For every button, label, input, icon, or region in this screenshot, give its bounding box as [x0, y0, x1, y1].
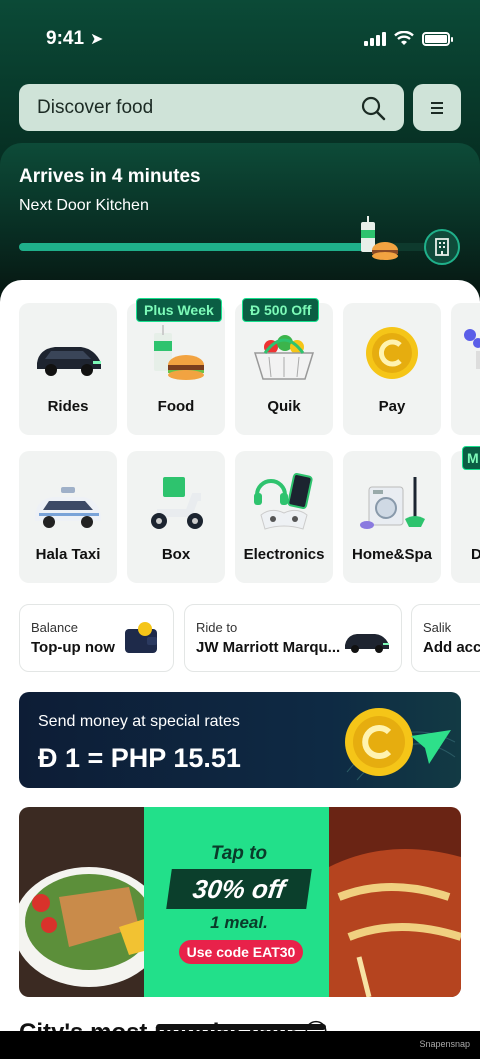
- menu-button[interactable]: [413, 84, 461, 131]
- send-money-title: Send money at special rates: [38, 713, 240, 730]
- service-label: Home&Spa: [351, 546, 433, 563]
- burger-meal-icon: [154, 325, 204, 380]
- watermark: Snapensnap: [419, 1039, 470, 1049]
- quick-action-balance[interactable]: Balance Top-up now: [19, 604, 174, 672]
- status-time: 9:41: [46, 28, 85, 49]
- service-tile-home-spa[interactable]: Home&Spa: [343, 451, 441, 583]
- service-label: Electronics: [243, 546, 325, 563]
- status-bar: 9:41 ➤: [46, 26, 453, 52]
- order-progress-fill: [19, 243, 372, 251]
- car-icon: [37, 347, 101, 376]
- wifi-icon: [394, 31, 414, 45]
- order-eta-title: Arrives in 4 minutes: [19, 166, 201, 187]
- grocery-basket-icon: [253, 335, 315, 380]
- service-tile-hala-taxi[interactable]: Hala Taxi: [19, 451, 117, 583]
- order-restaurant: Next Door Kitchen: [19, 197, 149, 214]
- service-tile-food[interactable]: Food: [127, 303, 225, 435]
- service-tile-quik[interactable]: Quik: [235, 303, 333, 435]
- wallet-icon: [125, 622, 157, 653]
- quick-action-value: Add acc: [423, 639, 480, 656]
- service-tile-partial[interactable]: [451, 303, 480, 435]
- service-tile-partial-2[interactable]: D: [451, 451, 480, 583]
- quick-action-ride-to[interactable]: Ride to JW Marriott Marqu...: [184, 604, 402, 672]
- service-label: D: [471, 546, 480, 563]
- service-tile-rides[interactable]: Rides: [19, 303, 117, 435]
- electronics-icon: [254, 473, 313, 530]
- promo-line3: 1 meal.: [210, 913, 268, 932]
- home-indicator[interactable]: [156, 1024, 326, 1030]
- service-label: Food: [157, 398, 195, 415]
- search-placeholder[interactable]: Discover food: [37, 97, 153, 119]
- service-tile-pay[interactable]: Pay: [343, 303, 441, 435]
- service-tile-box[interactable]: Box: [127, 451, 225, 583]
- coin-icon: [366, 327, 418, 379]
- coin-send-icon: [345, 708, 456, 781]
- service-label: Rides: [47, 398, 89, 415]
- service-label: Box: [161, 546, 191, 563]
- menu-icon: [431, 101, 443, 104]
- promo-banner[interactable]: Tap to 30% off 1 meal. Use code EAT30: [19, 807, 461, 997]
- service-label: Hala Taxi: [35, 546, 101, 563]
- quick-action-salik[interactable]: Salik Add acc: [411, 604, 480, 672]
- location-arrow-icon: ➤: [90, 31, 104, 48]
- promo-badge-food: Plus Week: [136, 298, 222, 322]
- flowers-icon: [464, 329, 480, 369]
- taxi-icon: [35, 487, 101, 528]
- food-courier-icon: [361, 216, 398, 260]
- send-money-banner[interactable]: Send money at special rates Ð 1 = PHP 15…: [19, 692, 461, 788]
- promo-code-pill[interactable]: Use code EAT30: [179, 940, 303, 964]
- car-icon: [345, 634, 389, 653]
- service-label: Quik: [267, 398, 301, 415]
- battery-icon: [422, 32, 453, 46]
- promo-badge-quik: Ð 500 Off: [242, 298, 320, 322]
- search-bar[interactable]: Discover food: [19, 84, 404, 131]
- signal-icon: [364, 32, 386, 46]
- promo-line1: Tap to: [210, 843, 268, 864]
- search-icon[interactable]: [360, 95, 386, 121]
- exchange-rate: Ð 1 = PHP 15.51: [38, 743, 241, 773]
- destination-building-icon: [424, 229, 460, 265]
- service-label: Pay: [378, 398, 406, 415]
- quick-action-key: Salik: [423, 620, 452, 635]
- promo-badge-partial: M: [462, 446, 480, 470]
- promo-discount: 30% off: [166, 869, 312, 909]
- washing-machine-icon: [360, 477, 425, 529]
- footer-bar: Snapensnap: [0, 1031, 480, 1059]
- delivery-scooter-icon: [151, 477, 203, 529]
- lasagna-image: [329, 807, 461, 997]
- service-tile-electronics[interactable]: Electronics: [235, 451, 333, 583]
